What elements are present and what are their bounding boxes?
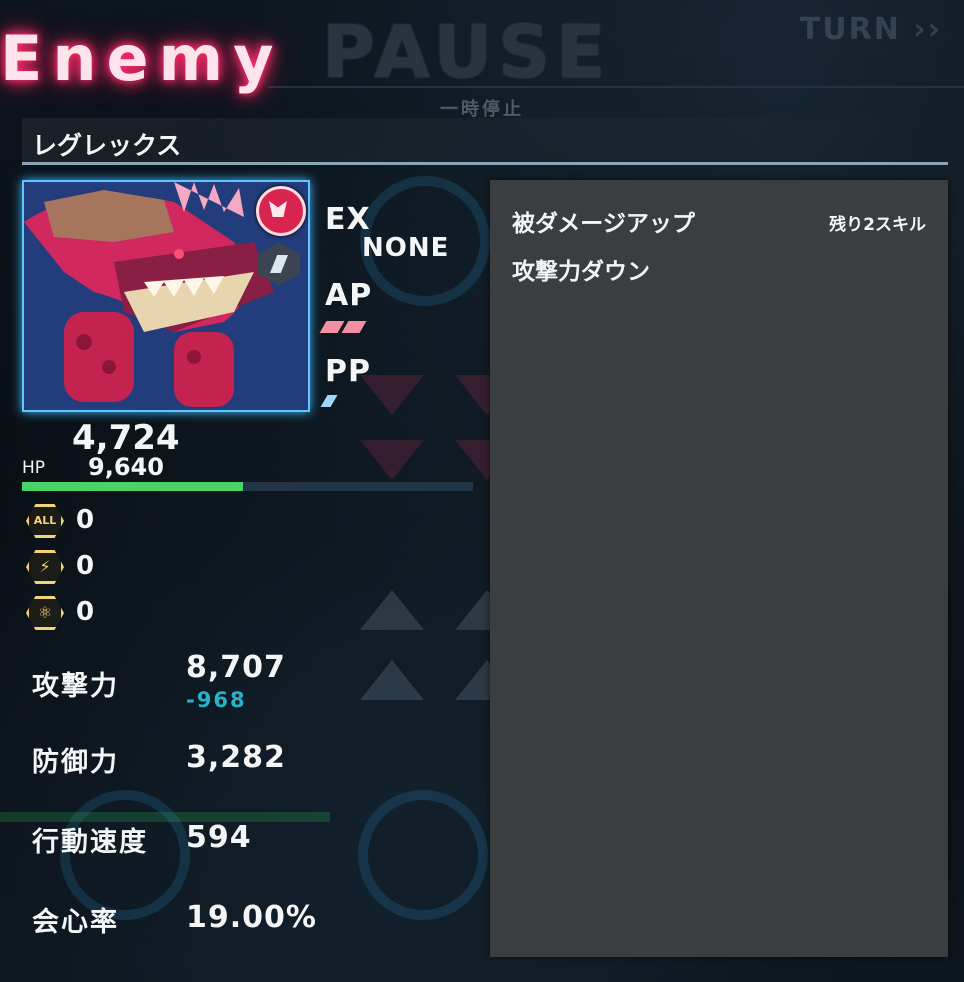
speed-label: 行動速度 [32, 827, 148, 858]
enemy-name-bar: レグレックス [22, 118, 948, 165]
attack-value: 8,707 [186, 650, 286, 685]
defense-value: 3,282 [186, 740, 286, 775]
defense-label: 防御力 [32, 747, 119, 778]
attack-label: 攻撃力 [32, 671, 119, 702]
pp-label: PP [325, 354, 371, 389]
hp-bar-fill [22, 482, 243, 491]
lightning-resist-value: 0 [76, 551, 95, 581]
ex-value: NONE [362, 233, 450, 263]
enemy-type-icon [256, 186, 306, 236]
ap-pip [341, 321, 367, 333]
hp-label: HP [22, 458, 46, 478]
speed-value: 594 [186, 820, 252, 855]
attack-delta: -968 [186, 688, 247, 712]
all-resist-value: 0 [76, 505, 95, 535]
pause-title: PAUSE [322, 10, 612, 94]
turn-indicator: TURN ›› [799, 12, 942, 47]
enemy-name: レグレックス [32, 131, 182, 160]
header-divider [268, 86, 964, 88]
hp-max: 9,640 [88, 453, 164, 481]
bg-target-marker [360, 440, 424, 480]
hp-current: 4,724 [72, 418, 180, 458]
pp-pips [320, 392, 338, 411]
crit-value: 19.00% [186, 900, 317, 935]
bg-ally-marker [360, 660, 424, 700]
bg-unit-circle [358, 790, 488, 920]
status-effect-duration: 残り2スキル [829, 215, 926, 235]
status-effect-item: 被ダメージアップ [512, 211, 695, 237]
ap-pips [319, 318, 367, 337]
hp-bar [22, 482, 473, 491]
crit-label: 会心率 [32, 907, 119, 938]
bg-ally-marker [360, 590, 424, 630]
pp-pip [320, 395, 338, 407]
atom-resist-value: 0 [76, 597, 95, 627]
ap-label: AP [325, 278, 373, 313]
enemy-title: Enemy [0, 22, 284, 95]
status-effect-item: 攻撃力ダウン [512, 259, 650, 285]
status-effects-panel[interactable]: 被ダメージアップ 残り2スキル 攻撃力ダウン [490, 180, 948, 957]
ap-pip [319, 321, 345, 333]
ex-label: EX [325, 202, 371, 237]
